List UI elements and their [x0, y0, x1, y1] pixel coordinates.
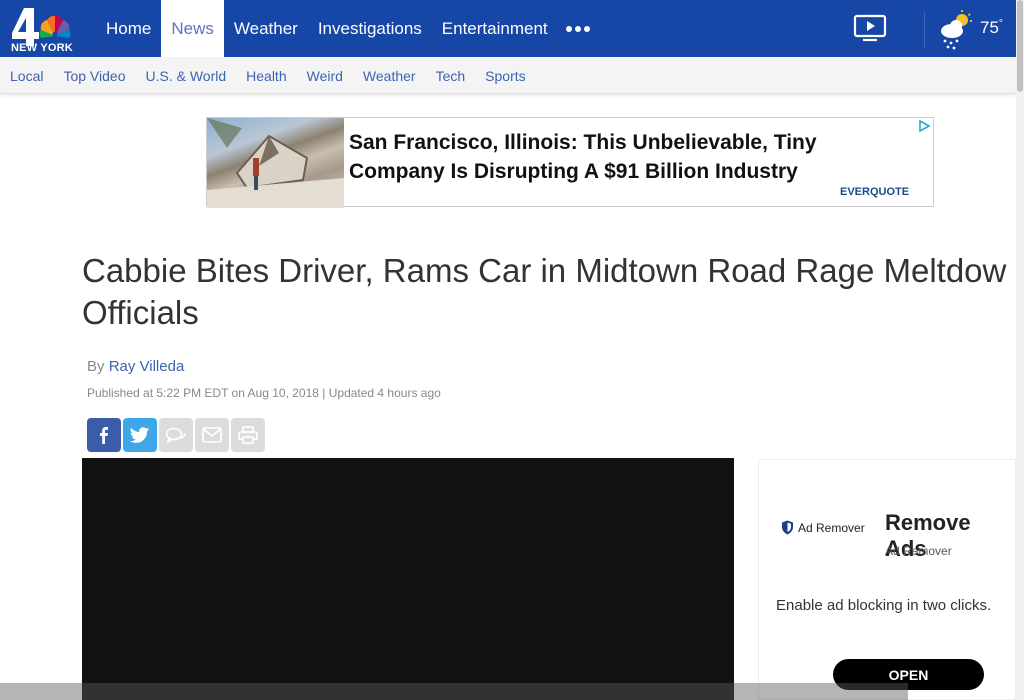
print-share-button[interactable] [231, 418, 265, 452]
vertical-scrollbar[interactable] [1016, 0, 1024, 700]
byline: By Ray Villeda [87, 358, 185, 375]
facebook-share-button[interactable] [87, 418, 121, 452]
subnav-tech[interactable]: Tech [426, 68, 476, 84]
twitter-icon [130, 427, 149, 443]
subnav-weather[interactable]: Weather [353, 68, 426, 84]
email-icon [202, 427, 222, 443]
ad-brand-logo: EVERQUOTE [840, 186, 910, 198]
subnav-weird[interactable]: Weird [297, 68, 353, 84]
subnav-health[interactable]: Health [236, 68, 296, 84]
nav-investigations[interactable]: Investigations [308, 0, 432, 57]
top-navigation-bar: NEW YORK Home News Weather Investigation… [0, 0, 1016, 57]
tv-play-icon[interactable] [853, 14, 889, 42]
twitter-share-button[interactable] [123, 418, 157, 452]
adchoices-icon[interactable] [917, 119, 931, 133]
side-ad[interactable]: Ad Remover Remove Ads Ad Remover Enable … [758, 459, 1016, 700]
video-player[interactable] [82, 458, 734, 700]
nav-news[interactable]: News [161, 0, 224, 57]
main-nav: Home News Weather Investigations Enterta… [96, 0, 558, 57]
more-menu-icon[interactable] [566, 26, 590, 32]
nav-home[interactable]: Home [96, 0, 161, 57]
email-share-button[interactable] [195, 418, 229, 452]
ad-headline[interactable]: San Francisco, Illinois: This Unbelievab… [349, 128, 869, 186]
subnav-sports[interactable]: Sports [475, 68, 535, 84]
shield-icon [782, 520, 793, 535]
comment-share-button[interactable] [159, 418, 193, 452]
ad-remover-logo: Ad Remover [781, 520, 865, 535]
sub-navigation: Local Top Video U.S. & World Health Weir… [0, 57, 1016, 94]
scrollbar-thumb[interactable] [1017, 0, 1023, 92]
side-ad-description: Enable ad blocking in two clicks. [776, 597, 992, 614]
published-timestamp: Published at 5:22 PM EDT on Aug 10, 2018… [87, 386, 441, 400]
subnav-top-video[interactable]: Top Video [53, 68, 135, 84]
article-headline: Cabbie Bites Driver, Rams Car in Midtown… [82, 252, 1007, 331]
comment-icon [165, 427, 186, 444]
station-name: NEW YORK [11, 42, 73, 54]
print-icon [238, 426, 258, 444]
nav-entertainment[interactable]: Entertainment [432, 0, 558, 57]
header-divider [924, 12, 925, 48]
subnav-us-world[interactable]: U.S. & World [135, 68, 236, 84]
share-toolbar [87, 418, 265, 452]
subnav-local[interactable]: Local [0, 68, 53, 84]
facebook-icon [100, 427, 108, 444]
nav-weather[interactable]: Weather [224, 0, 308, 57]
side-ad-subtitle: Ad Remover [885, 544, 952, 558]
author-link[interactable]: Ray Villeda [109, 358, 185, 375]
banner-ad[interactable]: San Francisco, Illinois: This Unbelievab… [206, 117, 934, 208]
current-temperature: 75° [980, 18, 1003, 37]
horizontal-scrollbar[interactable] [0, 683, 908, 700]
weather-cloud-sun-rain-icon[interactable] [936, 10, 974, 50]
ad-photo [207, 118, 344, 208]
